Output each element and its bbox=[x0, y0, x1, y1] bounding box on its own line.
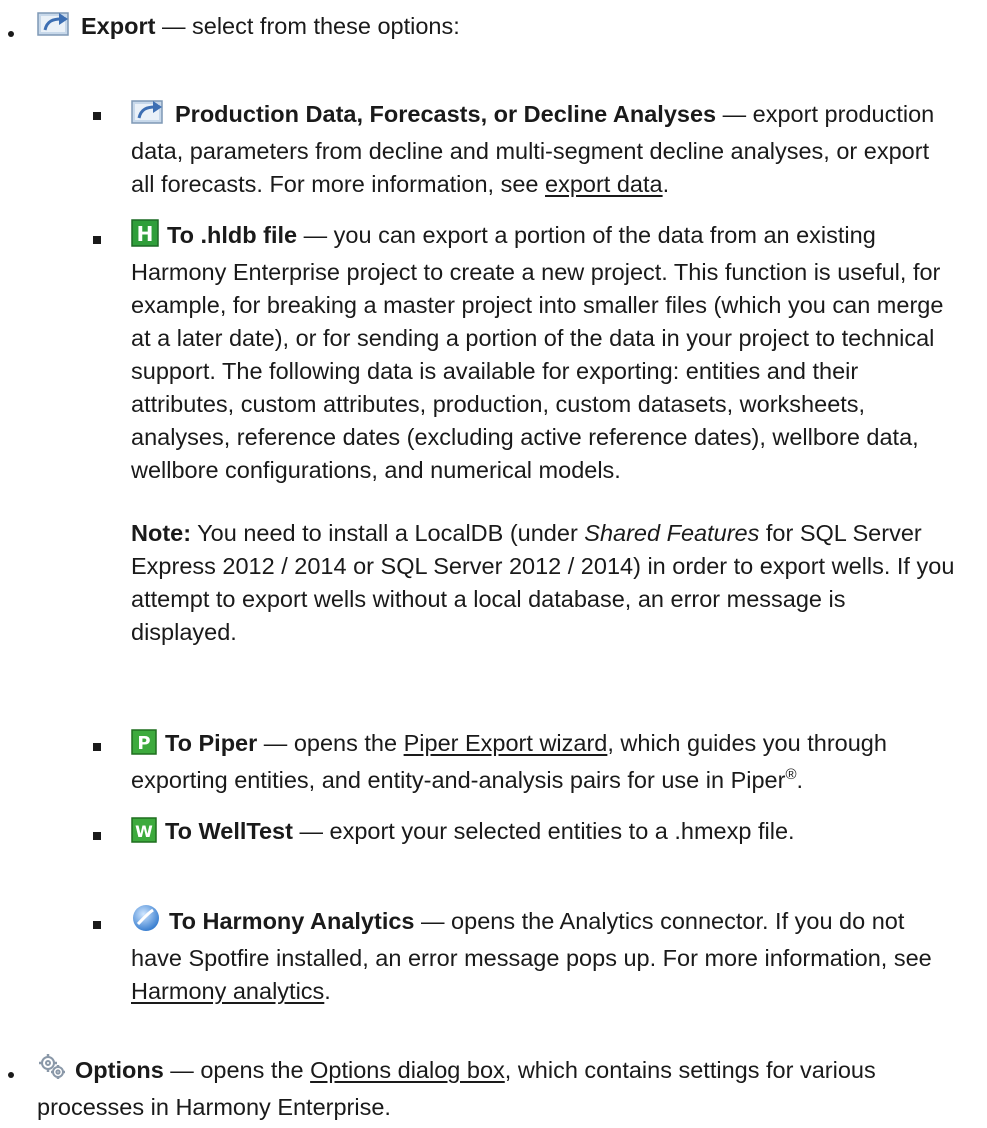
options-desc: — opens the bbox=[163, 1057, 311, 1083]
bullet bbox=[8, 31, 14, 37]
piper-icon: P bbox=[131, 729, 157, 764]
welltest-icon: W bbox=[131, 817, 157, 852]
sub-bullet bbox=[93, 832, 101, 840]
sub-bullet bbox=[93, 921, 101, 929]
note-label: Note: bbox=[131, 520, 192, 546]
harmony-analytics-link[interactable]: Harmony analytics bbox=[131, 978, 324, 1004]
registered-mark: ® bbox=[785, 766, 797, 783]
sub-bullet bbox=[93, 743, 101, 751]
welltest-item: W To WellTest — export your selected ent… bbox=[131, 815, 951, 852]
export-title: Export bbox=[81, 13, 156, 39]
export-data-link[interactable]: export data bbox=[545, 171, 663, 197]
sub-bullet bbox=[93, 236, 101, 244]
svg-text:W: W bbox=[135, 822, 153, 841]
analytics-item: To Harmony Analytics — opens the Analyti… bbox=[131, 903, 951, 1008]
piper-item: P To Piper — opens the Piper Export wiza… bbox=[131, 727, 961, 797]
hldb-desc: — you can export a portion of the data f… bbox=[131, 222, 944, 483]
punctuation: . bbox=[324, 978, 331, 1004]
punctuation: . bbox=[662, 171, 670, 197]
production-data-title: Production Data, Forecasts, or Decline A… bbox=[175, 101, 717, 127]
analytics-title: To Harmony Analytics bbox=[169, 908, 415, 934]
svg-text:P: P bbox=[137, 733, 150, 754]
welltest-desc: — export your selected entities to a .hm… bbox=[292, 818, 795, 844]
analytics-icon bbox=[131, 903, 161, 942]
export-item: Export — select from these options: bbox=[37, 8, 977, 47]
punctuation: . bbox=[796, 767, 804, 793]
bullet bbox=[8, 1072, 14, 1078]
hldb-item: H To .hldb file — you can export a porti… bbox=[131, 219, 956, 649]
hldb-title: To .hldb file bbox=[167, 222, 298, 248]
options-title: Options bbox=[75, 1057, 164, 1083]
export-icon bbox=[37, 8, 73, 47]
gear-icon bbox=[37, 1052, 67, 1091]
svg-text:H: H bbox=[137, 222, 154, 246]
production-data-item: Production Data, Forecasts, or Decline A… bbox=[131, 96, 951, 201]
welltest-title: To WellTest bbox=[165, 818, 293, 844]
note-italic: Shared Features bbox=[584, 520, 760, 546]
export-icon bbox=[131, 96, 167, 135]
sub-bullet bbox=[93, 112, 101, 120]
hldb-note: Note: You need to install a LocalDB (und… bbox=[131, 517, 956, 649]
piper-export-wizard-link[interactable]: Piper Export wizard bbox=[404, 730, 608, 756]
export-desc: — select from these options: bbox=[155, 13, 460, 39]
piper-desc: — opens the bbox=[257, 730, 404, 756]
options-dialog-link[interactable]: Options dialog box bbox=[310, 1057, 505, 1083]
options-item: Options — opens the Options dialog box, … bbox=[37, 1052, 937, 1124]
piper-title: To Piper bbox=[165, 730, 258, 756]
note-text: You need to install a LocalDB (under bbox=[191, 520, 585, 546]
hldb-icon: H bbox=[131, 219, 159, 256]
